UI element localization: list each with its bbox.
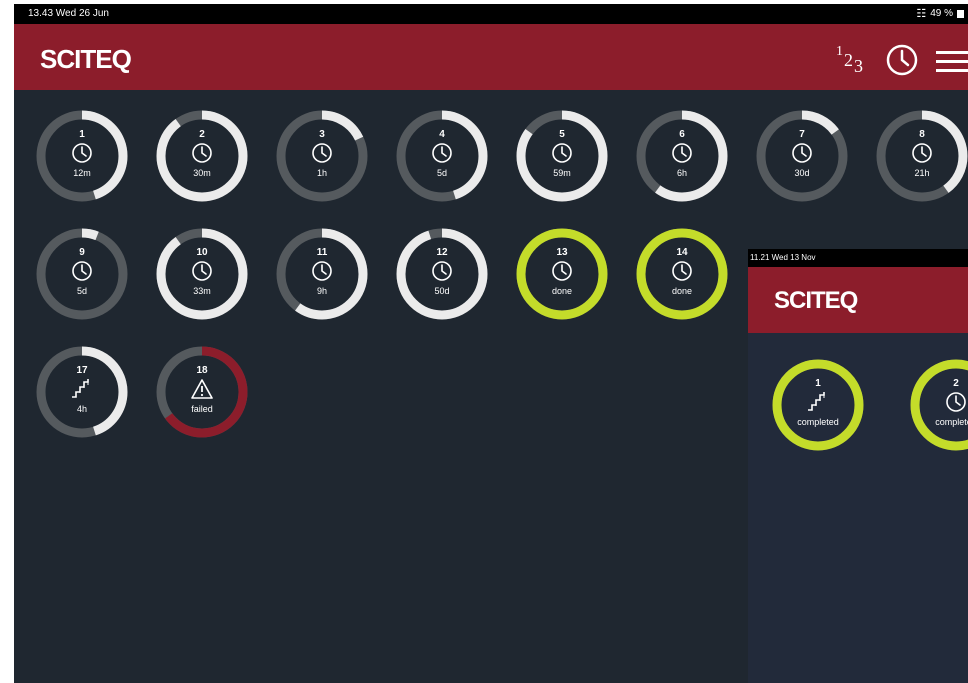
- task-label: 5d: [436, 168, 447, 178]
- task-tile-5[interactable]: 5 59m: [514, 108, 610, 204]
- app-logo: SCITEQ: [40, 44, 132, 74]
- task-tile-3[interactable]: 3 1h: [274, 108, 370, 204]
- task-number: 1: [815, 378, 821, 389]
- task-label: 21h: [914, 168, 930, 178]
- task-label: done: [671, 286, 693, 296]
- clock-icon: [550, 141, 574, 165]
- overlay-header: SCITEQ: [748, 267, 968, 333]
- task-number: 7: [799, 129, 805, 140]
- task-tile-17[interactable]: 17 4h: [34, 344, 130, 440]
- task-number: 12: [436, 247, 448, 258]
- task-number: 1: [79, 129, 85, 140]
- task-number: 9: [79, 247, 85, 258]
- clock-icon: [944, 390, 968, 414]
- task-label: done: [551, 286, 573, 296]
- clock-icon: [790, 141, 814, 165]
- clock-icon: [670, 141, 694, 165]
- overlay-task-tile-1[interactable]: 1 completed: [770, 357, 866, 453]
- task-number: 2: [953, 378, 959, 389]
- task-tile-11[interactable]: 11 9h: [274, 226, 370, 322]
- task-tile-4[interactable]: 4 5d: [394, 108, 490, 204]
- task-number: 11: [316, 247, 328, 258]
- task-label: 12m: [73, 168, 91, 178]
- task-number: 5: [559, 129, 565, 140]
- task-number: 3: [319, 129, 325, 140]
- overlay-screenshot: 11.21 Wed 13 Nov SCITEQ 1 completed 2 compl…: [748, 249, 968, 683]
- overlay-task-tile-2[interactable]: 2 completed: [908, 357, 968, 453]
- task-number: 10: [196, 247, 208, 258]
- task-tile-13[interactable]: 13 done: [514, 226, 610, 322]
- clock-icon: [70, 259, 94, 283]
- task-number: 8: [919, 129, 925, 140]
- task-tile-7[interactable]: 7 30d: [754, 108, 850, 204]
- clock-icon: [430, 259, 454, 283]
- battery-icon: [957, 10, 964, 18]
- warning-icon: [190, 377, 214, 401]
- app-screen: 13.43 Wed 26 Jun ☷ 49 % SCITEQ 1 2 3 1 12…: [14, 4, 968, 683]
- task-number: 17: [76, 365, 88, 376]
- task-tile-12[interactable]: 12 50d: [394, 226, 490, 322]
- clock-icon: [190, 141, 214, 165]
- task-label: 33m: [193, 286, 211, 296]
- task-number: 4: [439, 129, 445, 140]
- clock-icon: [430, 141, 454, 165]
- clock-icon: [190, 259, 214, 283]
- task-number: 13: [556, 247, 568, 258]
- overlay-logo: SCITEQ: [774, 287, 858, 314]
- task-number: 14: [676, 247, 688, 258]
- task-label: 1h: [316, 168, 327, 178]
- task-label: 4h: [76, 404, 87, 414]
- overlay-status-bar: 11.21 Wed 13 Nov: [748, 249, 968, 267]
- task-label: 30m: [193, 168, 211, 178]
- clock-icon: [550, 259, 574, 283]
- task-tile-2[interactable]: 2 30m: [154, 108, 250, 204]
- task-label: completed: [797, 417, 839, 427]
- task-tile-6[interactable]: 6 6h: [634, 108, 730, 204]
- clock-icon: [310, 259, 334, 283]
- numbers-digit-1: 1: [836, 44, 843, 59]
- task-tile-9[interactable]: 9 5d: [34, 226, 130, 322]
- wifi-icon: ☷: [916, 8, 927, 20]
- steps-icon: [70, 377, 94, 401]
- task-label: 6h: [676, 168, 687, 178]
- task-label: 5d: [76, 286, 87, 296]
- clock-view-button[interactable]: [884, 42, 920, 78]
- steps-icon: [806, 390, 830, 414]
- status-bar: 13.43 Wed 26 Jun ☷ 49 %: [14, 4, 968, 24]
- task-tile-10[interactable]: 10 33m: [154, 226, 250, 322]
- task-label: 30d: [794, 168, 810, 178]
- task-label: completed: [935, 417, 968, 427]
- task-number: 2: [199, 129, 205, 140]
- task-number: 6: [679, 129, 685, 140]
- status-time: 13.43 Wed 26 Jun: [28, 8, 109, 19]
- clock-icon: [886, 44, 918, 76]
- clock-icon: [670, 259, 694, 283]
- clock-icon: [910, 141, 934, 165]
- clock-icon: [310, 141, 334, 165]
- menu-button[interactable]: [930, 46, 968, 76]
- task-tile-8[interactable]: 8 21h: [874, 108, 968, 204]
- task-tile-1[interactable]: 1 12m: [34, 108, 130, 204]
- task-label: 59m: [553, 168, 571, 178]
- app-header: SCITEQ 1 2 3: [14, 24, 968, 90]
- overlay-status-time: 11.21 Wed 13 Nov: [750, 253, 816, 262]
- task-tile-14[interactable]: 14 done: [634, 226, 730, 322]
- numbers-view-button[interactable]: 1 2 3: [832, 42, 872, 76]
- status-right: ☷ 49 %: [916, 4, 964, 24]
- numbers-digit-3: 3: [854, 56, 863, 76]
- task-tile-18[interactable]: 18 failed: [154, 344, 250, 440]
- task-label: 9h: [316, 286, 327, 296]
- task-label: failed: [191, 404, 213, 414]
- numbers-digit-2: 2: [844, 50, 853, 70]
- task-number: 18: [196, 365, 208, 376]
- clock-icon: [70, 141, 94, 165]
- task-label: 50d: [434, 286, 450, 296]
- battery-percent: 49 %: [930, 8, 953, 19]
